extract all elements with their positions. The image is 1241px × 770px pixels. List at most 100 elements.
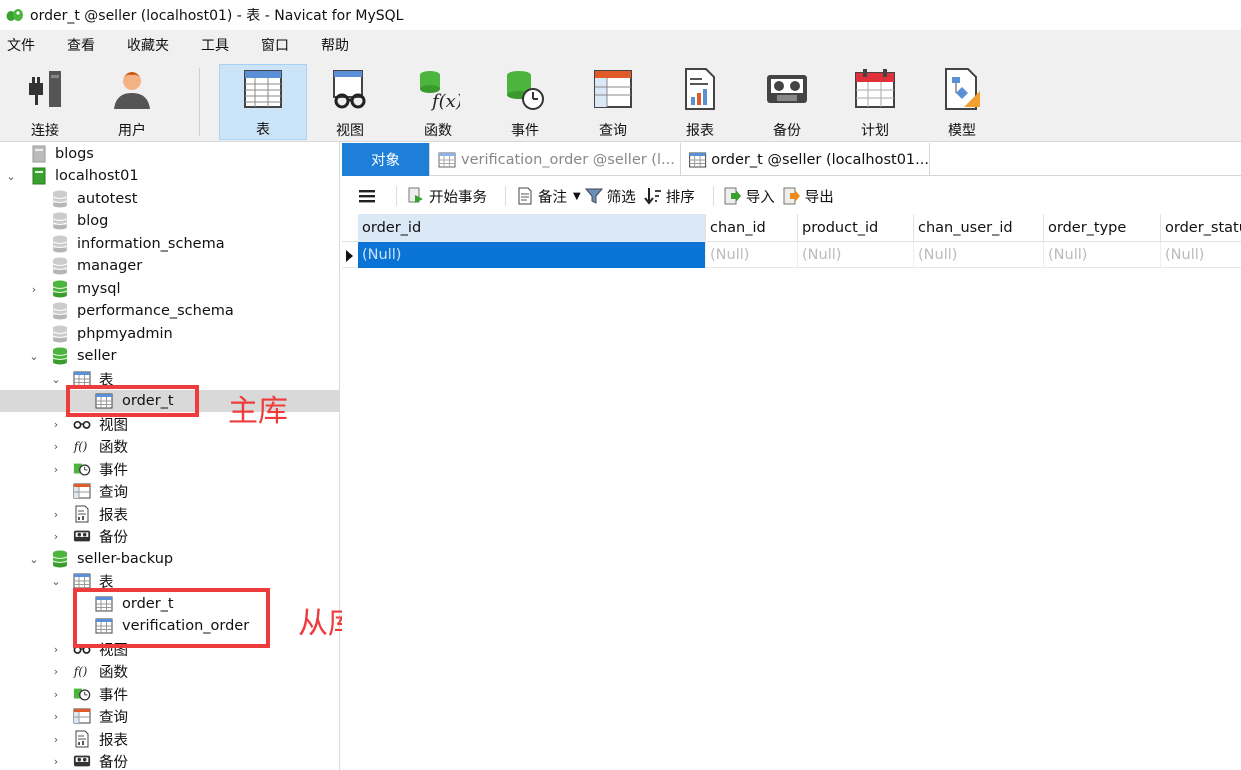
sort-button[interactable]: 排序 [643, 186, 695, 207]
table-row[interactable]: (Null) (Null) (Null) (Null) (Null) (Null… [342, 242, 1241, 268]
export-button[interactable]: 导出 [783, 186, 834, 207]
tree-item-performance-schema[interactable]: performance_schema [0, 300, 339, 322]
toolbar-view-button[interactable]: 视图 [315, 64, 385, 140]
caret-down-icon[interactable]: ▼ [573, 191, 581, 202]
tree-item-backup-functions[interactable]: › f() 函数 [0, 660, 339, 682]
tree-item-backup-backups[interactable]: › 备份 [0, 750, 339, 770]
menu-view[interactable]: 查看 [59, 35, 103, 55]
event-icon [73, 685, 91, 703]
schedule-icon [850, 66, 900, 112]
tree-item-seller-reports[interactable]: › 报表 [0, 503, 339, 525]
menu-tools[interactable]: 工具 [193, 35, 237, 55]
tree-item-backup-reports[interactable]: › 报表 [0, 728, 339, 750]
chevron-right-icon[interactable]: › [28, 283, 40, 296]
tree-item-label: blogs [55, 146, 94, 162]
tree-item-autotest[interactable]: autotest [0, 188, 339, 210]
chevron-right-icon[interactable]: › [50, 530, 62, 543]
column-header-order-id[interactable]: order_id [358, 214, 706, 242]
column-header-chan-id[interactable]: chan_id [706, 214, 798, 242]
tree-item-label: localhost01 [55, 168, 139, 184]
current-row-marker-icon [346, 250, 353, 262]
user-icon [107, 66, 157, 112]
report-icon [73, 505, 91, 523]
memo-icon [516, 187, 534, 205]
cell-order-status[interactable]: (Null) [1161, 242, 1241, 268]
chevron-down-icon[interactable]: ⌄ [5, 170, 17, 183]
toolbar-table-button[interactable]: 表 [219, 64, 307, 140]
window-title: order_t @seller (localhost01) - 表 - Navi… [30, 8, 404, 24]
cell-order-type[interactable]: (Null) [1044, 242, 1161, 268]
menu-file[interactable]: 文件 [0, 35, 43, 55]
toolbar-connection-button[interactable]: 连接 [10, 64, 80, 140]
chevron-right-icon[interactable]: › [50, 733, 62, 746]
chevron-right-icon[interactable]: › [50, 688, 62, 701]
toolbar-query-button[interactable]: 查询 [578, 64, 648, 140]
chevron-right-icon[interactable]: › [50, 508, 62, 521]
chevron-down-icon[interactable]: ⌄ [50, 373, 62, 386]
tab-objects[interactable]: 对象 [342, 143, 430, 176]
chevron-down-icon[interactable]: ⌄ [50, 575, 62, 588]
chevron-right-icon[interactable]: › [50, 440, 62, 453]
toolbar-function-button[interactable]: f(x) 函数 [403, 64, 473, 140]
chevron-down-icon[interactable]: ⌄ [28, 553, 40, 566]
begin-transaction-button[interactable]: 开始事务 [407, 186, 487, 207]
toolbar-model-button[interactable]: 模型 [927, 64, 997, 140]
menu-bar: 文件 查看 收藏夹 工具 窗口 帮助 [0, 30, 1241, 60]
cell-chan-id[interactable]: (Null) [706, 242, 798, 268]
chevron-right-icon[interactable]: › [50, 418, 62, 431]
toolbar-label: 模型 [948, 123, 976, 139]
tree-item-seller-functions[interactable]: › f() 函数 [0, 435, 339, 457]
tree-item-backup-queries[interactable]: › 查询 [0, 705, 339, 727]
tree-item-information-schema[interactable]: information_schema [0, 233, 339, 255]
tree-item-localhost01[interactable]: ⌄ localhost01 [0, 165, 339, 187]
memo-button[interactable]: 备注 ▼ [516, 186, 581, 207]
column-header-order-status[interactable]: order_statu [1161, 214, 1241, 242]
chevron-right-icon[interactable]: › [50, 643, 62, 656]
menu-favorites[interactable]: 收藏夹 [119, 35, 177, 55]
toolbar-backup-button[interactable]: 备份 [752, 64, 822, 140]
column-header-chan-user-id[interactable]: chan_user_id [914, 214, 1044, 242]
tree-item-mysql[interactable]: › mysql [0, 278, 339, 300]
cell-chan-user-id[interactable]: (Null) [914, 242, 1044, 268]
server-gray-icon [30, 145, 48, 163]
tab-order-t[interactable]: order_t @seller (localhost01... [682, 143, 930, 176]
chevron-right-icon[interactable]: › [50, 463, 62, 476]
tree-item-seller-queries[interactable]: 查询 [0, 480, 339, 502]
import-button[interactable]: 导入 [724, 186, 775, 207]
menu-window[interactable]: 窗口 [253, 35, 297, 55]
tree-item-blogs[interactable]: blogs [0, 143, 339, 165]
menu-help[interactable]: 帮助 [313, 35, 357, 55]
toolbar-event-button[interactable]: 事件 [490, 64, 560, 140]
cell-order-id[interactable]: (Null) [358, 242, 706, 268]
column-header-product-id[interactable]: product_id [798, 214, 914, 242]
tree-item-label: 函数 [99, 664, 128, 681]
toolbar-label: 用户 [118, 123, 146, 139]
hamburger-menu-button[interactable] [358, 188, 376, 204]
chevron-right-icon[interactable]: › [50, 755, 62, 768]
tree-item-seller[interactable]: ⌄ seller [0, 345, 339, 367]
tree-item-label: 备份 [99, 529, 128, 546]
tab-verification-order[interactable]: verification_order @seller (l... [431, 143, 681, 176]
tree-item-blog[interactable]: blog [0, 210, 339, 232]
database-gray-icon [51, 235, 69, 253]
toolbar-schedule-button[interactable]: 计划 [840, 64, 910, 140]
filter-button[interactable]: 筛选 [584, 186, 636, 207]
master-highlight-box [66, 385, 199, 417]
tree-item-backup-events[interactable]: › 事件 [0, 683, 339, 705]
chevron-down-icon[interactable]: ⌄ [28, 350, 40, 363]
chevron-right-icon[interactable]: › [50, 710, 62, 723]
cell-product-id[interactable]: (Null) [798, 242, 914, 268]
tree-item-seller-events[interactable]: › 事件 [0, 458, 339, 480]
tree-item-seller-backup[interactable]: ⌄ seller-backup [0, 548, 339, 570]
tree-item-manager[interactable]: manager [0, 255, 339, 277]
toolbar-report-button[interactable]: 报表 [665, 64, 735, 140]
column-header-order-type[interactable]: order_type [1044, 214, 1161, 242]
tree-item-phpmyadmin[interactable]: phpmyadmin [0, 323, 339, 345]
database-gray-icon [51, 257, 69, 275]
event-icon [500, 66, 550, 112]
toolbar-label: 视图 [336, 123, 364, 139]
toolbar-user-button[interactable]: 用户 [97, 64, 167, 140]
query-icon [73, 482, 91, 500]
tree-item-seller-backups[interactable]: › 备份 [0, 525, 339, 547]
chevron-right-icon[interactable]: › [50, 665, 62, 678]
